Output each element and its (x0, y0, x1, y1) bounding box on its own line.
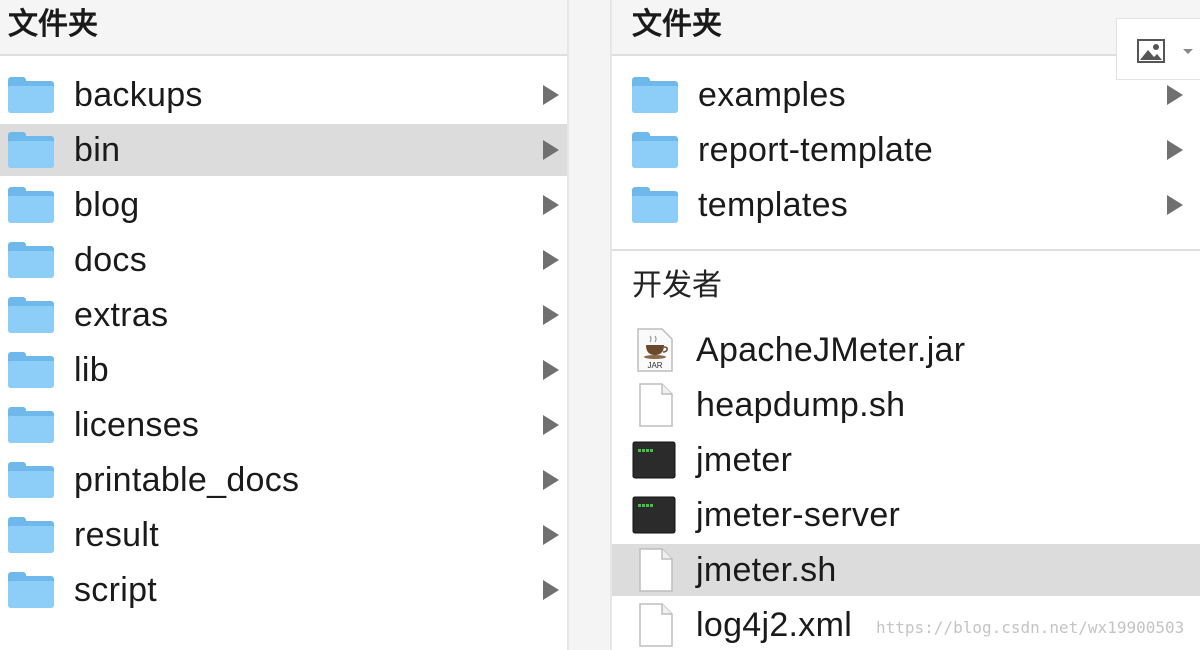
file-row-jmeter.sh[interactable]: jmeter.sh (612, 544, 1200, 596)
jar-file-icon: JAR (637, 328, 673, 372)
item-label: jmeter.sh (696, 550, 837, 589)
terminal-exec-icon (632, 441, 676, 479)
item-label: heapdump.sh (696, 385, 906, 424)
folder-row-script[interactable]: script (0, 564, 567, 616)
chevron-right-icon (1167, 195, 1183, 215)
item-label: bin (74, 130, 121, 169)
folder-row-backups[interactable]: backups (0, 69, 567, 121)
item-label: jmeter (696, 440, 793, 479)
image-picker-button[interactable] (1116, 18, 1200, 80)
folder-row-licenses[interactable]: licenses (0, 399, 567, 451)
item-label: licenses (74, 405, 200, 444)
folder-icon (8, 352, 54, 388)
chevron-right-icon (543, 305, 559, 325)
folder-icon (8, 132, 54, 168)
finder-column-left: 文件夹 backups bin blog docs extras lib licenses p… (0, 0, 567, 650)
folder-row-templates[interactable]: templates (612, 179, 1200, 231)
section-label-developer: 开发者 (612, 249, 1200, 311)
chevron-right-icon (543, 85, 559, 105)
folder-row-lib[interactable]: lib (0, 344, 567, 396)
item-label: docs (74, 240, 148, 279)
file-row-ApacheJMeter.jar[interactable]: JAR ApacheJMeter.jar (612, 324, 1200, 376)
watermark: https://blog.csdn.net/wx19900503 (876, 618, 1185, 637)
folder-icon (8, 242, 54, 278)
item-label: ApacheJMeter.jar (696, 330, 966, 369)
item-label: blog (74, 185, 140, 224)
item-label: script (74, 570, 158, 609)
chevron-right-icon (543, 525, 559, 545)
folder-row-docs[interactable]: docs (0, 234, 567, 286)
folder-row-extras[interactable]: extras (0, 289, 567, 341)
folder-icon (8, 187, 54, 223)
item-label: examples (698, 75, 846, 114)
terminal-exec-icon (632, 496, 676, 534)
item-label: extras (74, 295, 169, 334)
folder-icon (8, 572, 54, 608)
column-header-folders: 文件夹 (0, 0, 567, 56)
file-row-heapdump.sh[interactable]: heapdump.sh (612, 379, 1200, 431)
folder-row-printable_docs[interactable]: printable_docs (0, 454, 567, 506)
chevron-right-icon (543, 250, 559, 270)
column-header-folders: 文件夹 (612, 0, 1200, 56)
item-label: templates (698, 185, 849, 224)
item-label: printable_docs (74, 460, 300, 499)
folder-row-blog[interactable]: blog (0, 179, 567, 231)
chevron-right-icon (543, 360, 559, 380)
jar-badge-text: JAR (647, 361, 662, 370)
item-label: jmeter-server (696, 495, 901, 534)
document-icon (639, 383, 673, 427)
folder-icon (632, 77, 678, 113)
chevron-right-icon (1167, 85, 1183, 105)
folder-row-examples[interactable]: examples (612, 69, 1200, 121)
file-row-jmeter-server[interactable]: jmeter-server (612, 489, 1200, 541)
item-label: lib (74, 350, 109, 389)
finder-column-right: 文件夹 examples report-template templates 开发者… (612, 0, 1200, 650)
chevron-down-icon (1183, 49, 1193, 54)
chevron-right-icon (543, 580, 559, 600)
folder-icon (8, 77, 54, 113)
item-label: report-template (698, 130, 934, 169)
image-icon (1137, 39, 1165, 63)
folder-icon (8, 297, 54, 333)
chevron-right-icon (543, 195, 559, 215)
column-divider[interactable] (567, 0, 612, 650)
chevron-right-icon (543, 140, 559, 160)
folder-icon (8, 407, 54, 443)
chevron-right-icon (543, 470, 559, 490)
folder-row-report-template[interactable]: report-template (612, 124, 1200, 176)
folder-icon (632, 187, 678, 223)
file-row-jmeter[interactable]: jmeter (612, 434, 1200, 486)
folder-row-bin[interactable]: bin (0, 124, 567, 176)
folder-icon (8, 517, 54, 553)
chevron-right-icon (543, 415, 559, 435)
item-label: result (74, 515, 159, 554)
folder-icon (632, 132, 678, 168)
folder-row-result[interactable]: result (0, 509, 567, 561)
chevron-right-icon (1167, 140, 1183, 160)
item-label: backups (74, 75, 203, 114)
folder-icon (8, 462, 54, 498)
item-label: log4j2.xml (696, 605, 853, 644)
document-icon (639, 548, 673, 592)
document-icon (639, 603, 673, 647)
